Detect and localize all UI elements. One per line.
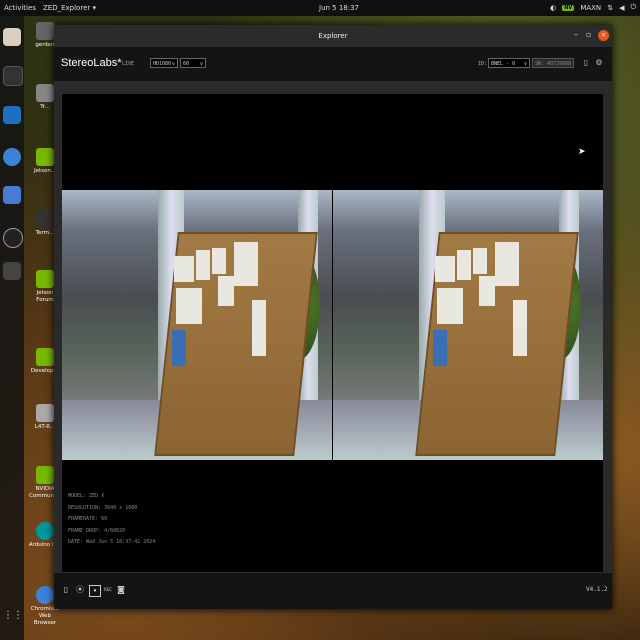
chrome-icon[interactable]: ◐ [550,4,556,12]
power-icon[interactable]: ⏻ [630,3,636,12]
chromium-icon [36,586,54,604]
nvidia-logo-icon [36,466,54,484]
files-icon[interactable] [3,28,21,46]
notice-paper [218,276,234,306]
desktop: Activities ZED_Explorer ▾ Jun 5 18:37 ◐ … [0,0,640,640]
nvidia-logo-icon [36,348,54,366]
notice-paper [473,248,487,274]
explorer-window: Explorer – ▫ × StereoLabs* LIVE HD1080 ∨ … [54,25,612,609]
reset-icon[interactable]: ▯ [581,58,591,68]
clock[interactable]: Jun 5 18:37 [319,4,359,12]
bottom-bar: ▯ ⦿ ⏺ REC ◙ V4.1.2 [54,573,612,609]
notice-paper [176,288,202,324]
settings-gear-icon[interactable]: ⚙ [594,58,604,68]
notice-paper [437,288,463,324]
serial-number-field: SN: 40729998 [532,58,574,68]
video-viewer[interactable]: ➤ MODEL: ZED X RESOLUTION: 3840 x 1080 F… [62,94,603,572]
notice-paper [479,276,495,306]
right-camera-view [333,190,603,460]
version-label: V4.1.2 [586,586,608,593]
notice-paper [435,256,455,282]
terminal-icon[interactable] [3,66,23,86]
dock: ⋮⋮ [0,16,24,640]
info-framerate: FRAMERATE: 60 [68,516,108,522]
left-camera-view [62,190,332,460]
nvidia-logo-icon [36,270,54,288]
window-title: Explorer [318,32,348,40]
chromium-icon[interactable] [3,148,21,166]
file-icon[interactable]: ▯ [61,585,71,595]
blue-poster [433,330,447,366]
home-folder-icon [36,22,54,40]
chevron-down-icon: ∨ [171,61,175,67]
toolbar: StereoLabs* LIVE HD1080 ∨ 60 ∨ ID: BNEL - … [54,47,612,81]
info-model: MODEL: ZED X [68,493,105,499]
live-indicator: LIVE [122,61,135,67]
stereolabs-logo: StereoLabs* [61,57,122,69]
camera-info-panel: MODEL: ZED X RESOLUTION: 3840 x 1080 FRA… [68,491,155,549]
blue-poster [172,330,186,366]
window-titlebar[interactable]: Explorer – ▫ × [54,25,612,47]
mouse-cursor-icon: ➤ [578,147,586,157]
camera-id-select[interactable]: BNEL - 0 ∨ [488,58,530,68]
notice-paper [234,242,258,286]
trash-icon [36,84,54,102]
id-label: ID: [478,61,488,67]
show-apps-icon[interactable]: ⋮⋮ [3,610,23,628]
nvidia-logo-icon [36,148,54,166]
notice-paper [457,250,471,280]
info-resolution: RESOLUTION: 3840 x 1080 [68,504,138,511]
chevron-down-icon: ∨ [199,61,203,67]
power-mode-label[interactable]: MAXN [580,4,601,12]
app-menu[interactable]: ZED_Explorer ▾ [43,4,96,12]
chevron-down-icon: ∨ [523,61,527,67]
top-bar: Activities ZED_Explorer ▾ Jun 5 18:37 ◐ … [0,0,640,16]
activities-button[interactable]: Activities [4,4,36,12]
network-icon[interactable]: ⇅ [607,4,613,12]
stream-icon[interactable]: ⦿ [75,585,85,595]
record-icon[interactable]: ⏺ [89,585,101,597]
zed-explorer-icon[interactable] [3,262,21,280]
notice-paper [174,256,194,282]
system-tray[interactable]: ◐ NV MAXN ⇅ ◀ ⏻ [550,3,636,12]
screenshot-icon[interactable] [3,186,21,204]
content-area: ➤ MODEL: ZED X RESOLUTION: 3840 x 1080 F… [54,81,612,573]
notice-paper [495,242,519,286]
notice-paper [212,248,226,274]
notice-paper [513,300,527,356]
nvidia-icon: NV [562,4,575,11]
rec-label[interactable]: REC [101,585,115,595]
vscode-icon[interactable] [3,106,21,124]
arduino-icon [36,522,54,540]
info-date: DATE: Wed Jun 5 18:37:41 2024 [68,539,156,545]
close-button[interactable]: × [598,30,609,41]
notice-paper [252,300,266,356]
info-frame-drop: FRAME DROP: 4/60020 [68,527,126,534]
camera-snapshot-icon[interactable]: ◙ [116,585,126,595]
notice-paper [196,250,210,280]
fps-select[interactable]: 60 ∨ [180,58,206,68]
document-icon [36,404,54,422]
volume-icon[interactable]: ◀ [619,4,624,12]
stereo-video-frame [62,190,603,460]
resolution-select[interactable]: HD1080 ∨ [150,58,178,68]
terminal-icon [36,210,54,228]
maximize-button[interactable]: ▫ [586,30,591,39]
obs-icon[interactable] [3,228,23,248]
minimize-button[interactable]: – [574,30,578,39]
